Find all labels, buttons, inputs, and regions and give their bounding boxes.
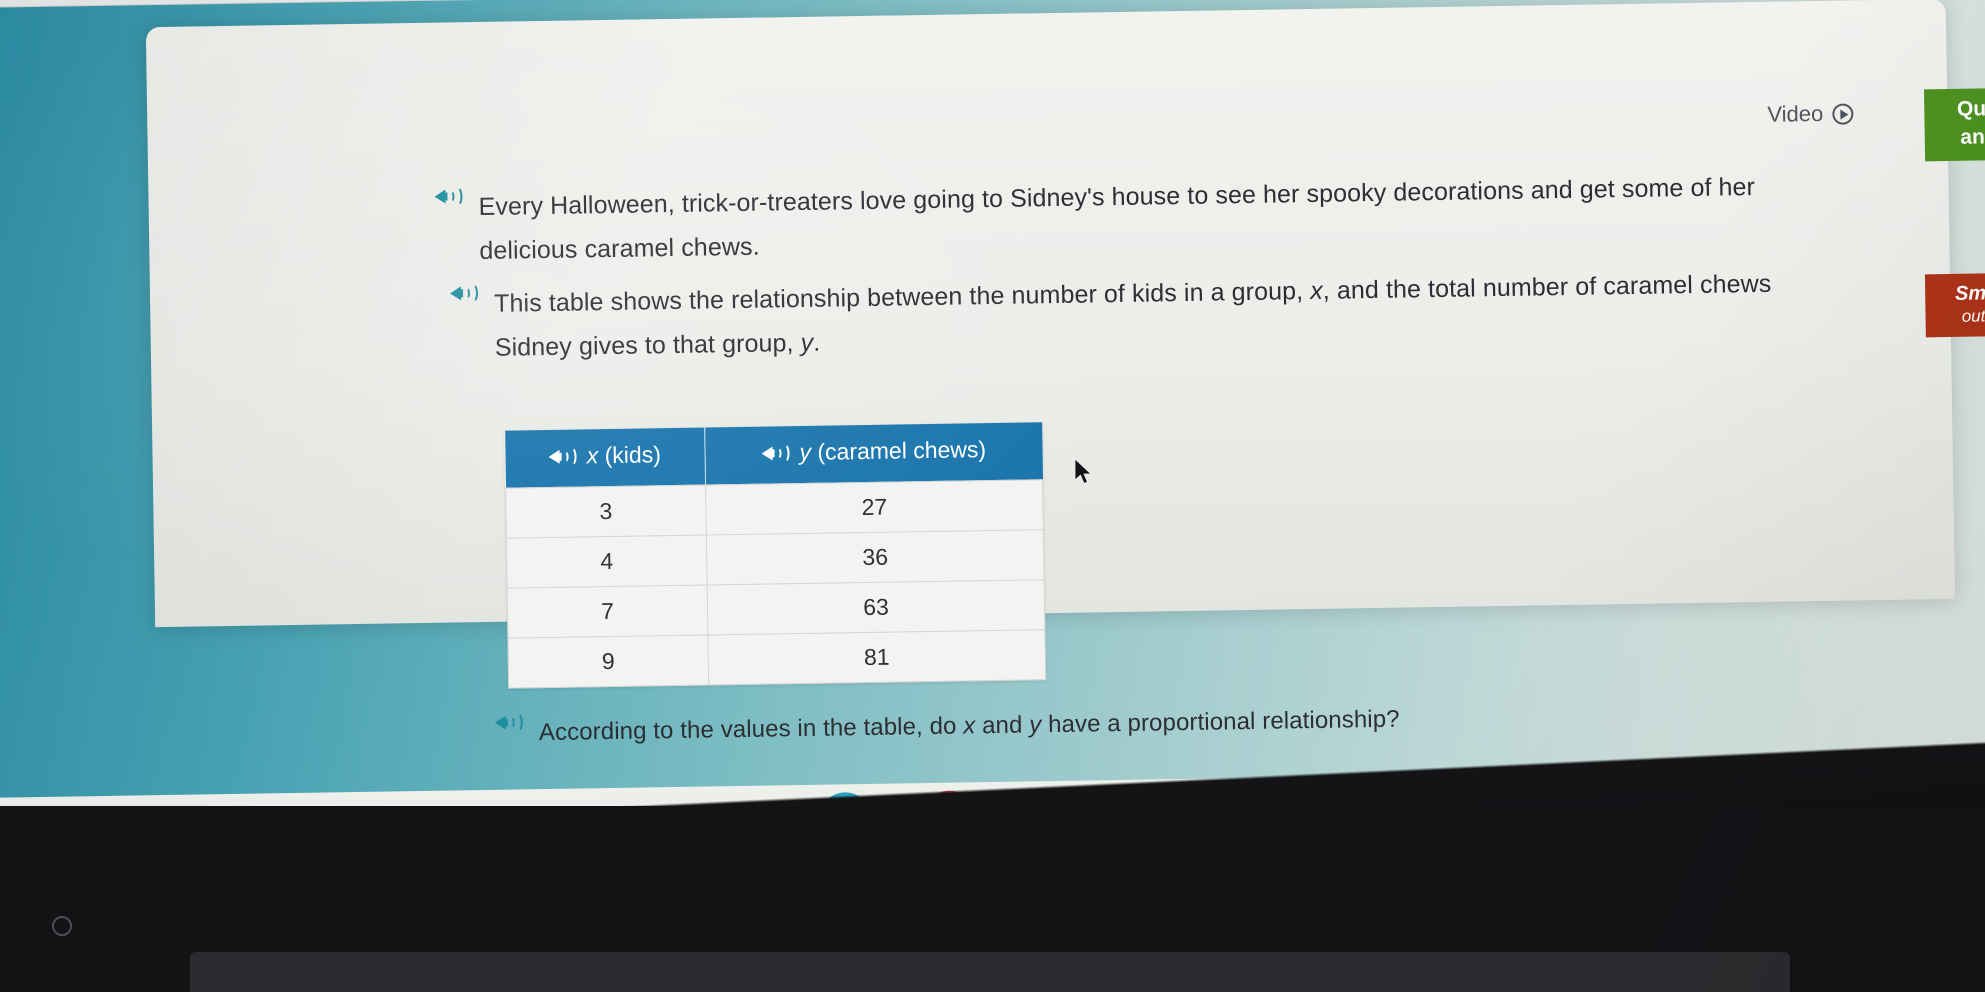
smartscore-badge: SmartScore out of 100 ? — [1924, 271, 1985, 338]
cell-y: 81 — [707, 629, 1046, 685]
cell-x: 7 — [507, 584, 708, 638]
question-paragraph-2-text: This table shows the relationship betwee… — [494, 262, 1785, 370]
questions-answered-line1: Questions — [1956, 96, 1985, 121]
questions-answered-line2: answered — [1960, 124, 1985, 149]
cell-x: 4 — [506, 534, 708, 588]
video-link[interactable]: Video — [1767, 100, 1854, 127]
proportionality-table: x (kids) y (caramel chews) 3 27 4 36 7 6… — [504, 422, 1047, 689]
cell-y: 27 — [705, 479, 1044, 535]
p2-var-x: x — [1309, 276, 1324, 305]
table-header-x-var: x — [586, 442, 599, 469]
mouse-cursor — [1074, 458, 1096, 488]
speaker-icon[interactable] — [494, 711, 525, 733]
table-header-row: x (kids) y (caramel chews) — [504, 422, 1043, 488]
video-label: Video — [1767, 100, 1824, 127]
cell-y: 36 — [706, 529, 1045, 585]
table-header-x[interactable]: x (kids) — [504, 427, 706, 488]
cell-x: 9 — [507, 634, 709, 688]
questions-answered-badge: Questions answered — [1923, 86, 1985, 162]
questions-answered-count: 11 — [1926, 207, 1985, 264]
smartscore-value: 73 — [1926, 343, 1985, 401]
table-row: 7 63 — [507, 579, 1045, 638]
table-header-y[interactable]: y (caramel chews) — [704, 422, 1043, 485]
question-paragraph-1-text: Every Halloween, trick-or-treaters love … — [478, 172, 1756, 266]
prompt-var-x: x — [963, 712, 976, 740]
smartscore-label: SmartScore — [1954, 281, 1985, 305]
table-row: 3 27 — [505, 479, 1044, 538]
laptop-screen: Level I > ★ N.1 Find the constant of pro… — [0, 0, 1985, 868]
smartscore-sub: out of 100 — [1961, 306, 1985, 326]
table-row: 4 36 — [506, 529, 1045, 588]
prompt-part-a: According to the values in the table, do — [538, 712, 964, 747]
prompt-part-b: have a proportional relationship? — [1041, 705, 1400, 739]
play-circle-icon[interactable] — [1832, 102, 1854, 125]
speaker-icon[interactable] — [434, 185, 464, 207]
screen-photo: Level I > ★ N.1 Find the constant of pro… — [0, 0, 1985, 992]
table-header-y-rest: (caramel chews) — [810, 436, 987, 465]
speaker-icon[interactable] — [449, 282, 480, 304]
speaker-icon[interactable] — [548, 445, 579, 467]
cell-y: 63 — [707, 579, 1045, 635]
question-paragraph-2: This table shows the relationship betwee… — [449, 262, 1785, 371]
table-header-x-rest: (kids) — [598, 441, 662, 469]
cell-x: 3 — [505, 484, 707, 538]
prompt-mid: and — [975, 711, 1030, 740]
laptop-base — [190, 952, 1790, 992]
question-paragraph-1: Every Halloween, trick-or-treaters love … — [434, 165, 1769, 274]
home-indicator-dot — [52, 916, 72, 936]
table-body: 3 27 4 36 7 63 9 81 — [505, 479, 1046, 688]
speaker-icon[interactable] — [761, 442, 791, 464]
smartscore-sub-row: out of 100 ? — [1929, 304, 1985, 329]
p2-part-a: This table shows the relationship betwee… — [493, 276, 1311, 318]
p2-part-c: . — [813, 328, 821, 357]
table-row: 9 81 — [507, 629, 1046, 688]
prompt-var-y: y — [1029, 711, 1042, 739]
table-header-y-var: y — [799, 438, 812, 466]
question-card: Every Halloween, trick-or-treaters love … — [145, 0, 1985, 868]
p2-var-y: y — [800, 328, 814, 357]
